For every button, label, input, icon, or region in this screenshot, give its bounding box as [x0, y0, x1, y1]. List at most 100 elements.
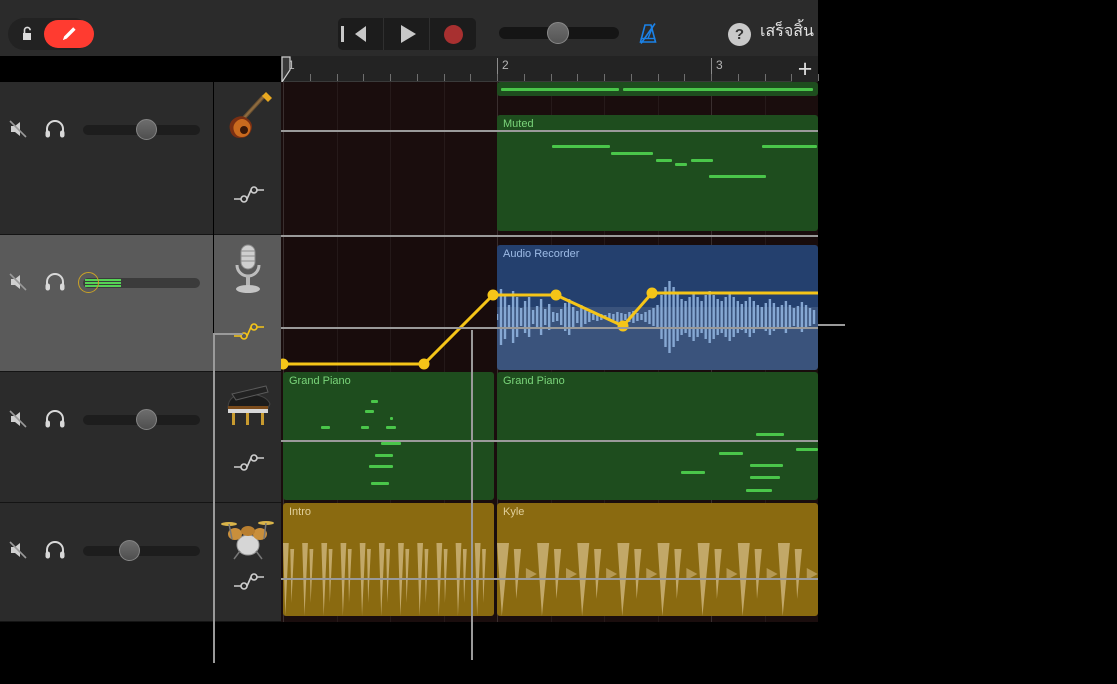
lane-gridline [283, 82, 284, 235]
rewind-button[interactable] [338, 18, 384, 50]
midi-note [796, 448, 818, 451]
midi-note [369, 465, 393, 468]
grand-piano-icon[interactable] [220, 378, 276, 434]
master-volume-knob[interactable] [547, 22, 569, 44]
track-volume-slider[interactable] [83, 278, 200, 288]
headphones-icon[interactable] [44, 539, 66, 561]
region[interactable]: Grand Piano [283, 372, 494, 500]
ruler-tick [390, 74, 391, 81]
automation-icon[interactable] [233, 453, 265, 471]
garageband-tracks-view: ? เสร็จสิ้น 123 + Muted [0, 0, 1117, 684]
unlock-icon[interactable] [18, 25, 36, 43]
mute-icon[interactable] [9, 118, 31, 140]
horizontal-guide-line [281, 235, 818, 237]
metronome-off-icon[interactable] [634, 20, 662, 48]
mute-icon[interactable] [9, 539, 31, 561]
headphones-icon[interactable] [44, 271, 66, 293]
track-volume-knob[interactable] [136, 409, 157, 430]
track-volume-slider[interactable] [83, 546, 200, 556]
ruler-tick [658, 74, 659, 81]
track-volume-knob[interactable] [78, 272, 99, 293]
track-volume-slider[interactable] [83, 415, 200, 425]
ruler-tick [524, 74, 525, 81]
region[interactable]: Kyle [497, 503, 818, 616]
track-header[interactable] [0, 235, 213, 372]
track-lane[interactable]: Intro Kyle [281, 503, 818, 622]
track-icon-column[interactable] [214, 235, 281, 372]
ruler-tick [684, 74, 685, 81]
master-volume-slider[interactable] [499, 27, 619, 39]
lane-gridline [283, 235, 284, 372]
track-volume-knob[interactable] [136, 119, 157, 140]
automation-icon[interactable] [233, 185, 265, 203]
ruler-tick [363, 74, 364, 81]
region-name: Muted [503, 118, 534, 130]
horizontal-guide-line [281, 578, 818, 580]
headphones-icon[interactable] [44, 118, 66, 140]
bass-guitar-icon[interactable] [220, 88, 276, 144]
track-icon-column[interactable] [214, 372, 281, 503]
track-volume-slider[interactable] [83, 125, 200, 135]
midi-note [709, 175, 766, 178]
midi-note [750, 476, 780, 479]
region-name: Intro [289, 506, 311, 518]
lane-gridline [390, 235, 391, 372]
midi-note [656, 159, 672, 162]
midi-note [750, 464, 783, 467]
midi-note [756, 433, 784, 436]
track-lane[interactable]: Grand Piano Grand Piano [281, 372, 818, 503]
region-name: Kyle [503, 506, 524, 518]
horizontal-guide-line [281, 327, 818, 329]
headphones-icon[interactable] [44, 408, 66, 430]
horizontal-guide-line [281, 440, 818, 442]
midi-note [361, 426, 369, 429]
done-button[interactable]: เสร็จสิ้น [760, 19, 814, 44]
audio-waveform [497, 245, 818, 370]
ruler-tick [551, 74, 552, 81]
track-header[interactable] [0, 372, 213, 503]
midi-note [390, 417, 393, 420]
track-lane[interactable]: Audio Recorder [281, 235, 818, 372]
track-icon-column[interactable] [214, 82, 281, 235]
play-button[interactable] [384, 18, 430, 50]
region[interactable]: Audio Recorder [497, 245, 818, 370]
automation-icon[interactable] [233, 322, 265, 340]
playhead-marker[interactable] [281, 56, 295, 82]
rewind-icon [355, 26, 366, 42]
lane-gridline [444, 82, 445, 235]
ruler-tick [470, 74, 471, 81]
mute-icon[interactable] [9, 408, 31, 430]
help-label: ? [735, 26, 744, 43]
record-button[interactable] [430, 18, 476, 50]
track-header[interactable] [0, 82, 213, 235]
region-name: Audio Recorder [503, 248, 579, 260]
mute-icon[interactable] [9, 271, 31, 293]
region[interactable]: Muted [497, 115, 818, 231]
transport-controls [338, 18, 476, 50]
drummer-waveform [283, 503, 494, 616]
midi-note [365, 410, 374, 413]
toolbar: ? เสร็จสิ้น [0, 0, 818, 56]
drum-kit-icon[interactable] [220, 509, 276, 565]
track-volume-knob[interactable] [119, 540, 140, 561]
help-button[interactable]: ? [728, 23, 751, 46]
track-lane[interactable]: Muted [281, 82, 818, 235]
done-label: เสร็จสิ้น [760, 23, 814, 40]
pencil-icon[interactable] [44, 20, 94, 48]
midi-note [381, 442, 401, 445]
track-icon-column[interactable] [214, 503, 281, 622]
region[interactable] [497, 82, 818, 96]
track-header[interactable] [0, 503, 213, 622]
midi-note [375, 454, 393, 457]
midi-note [386, 426, 396, 429]
lane-gridline [337, 235, 338, 372]
add-section-button[interactable]: + [792, 56, 818, 82]
horizontal-guide-line [281, 130, 818, 132]
region[interactable]: Grand Piano [497, 372, 818, 500]
region[interactable]: Intro [283, 503, 494, 616]
timeline-ruler[interactable]: 123 [281, 56, 818, 82]
midi-note [552, 145, 610, 148]
automation-icon[interactable] [233, 572, 265, 590]
region-name: Grand Piano [289, 375, 351, 387]
microphone-icon[interactable] [220, 241, 276, 297]
